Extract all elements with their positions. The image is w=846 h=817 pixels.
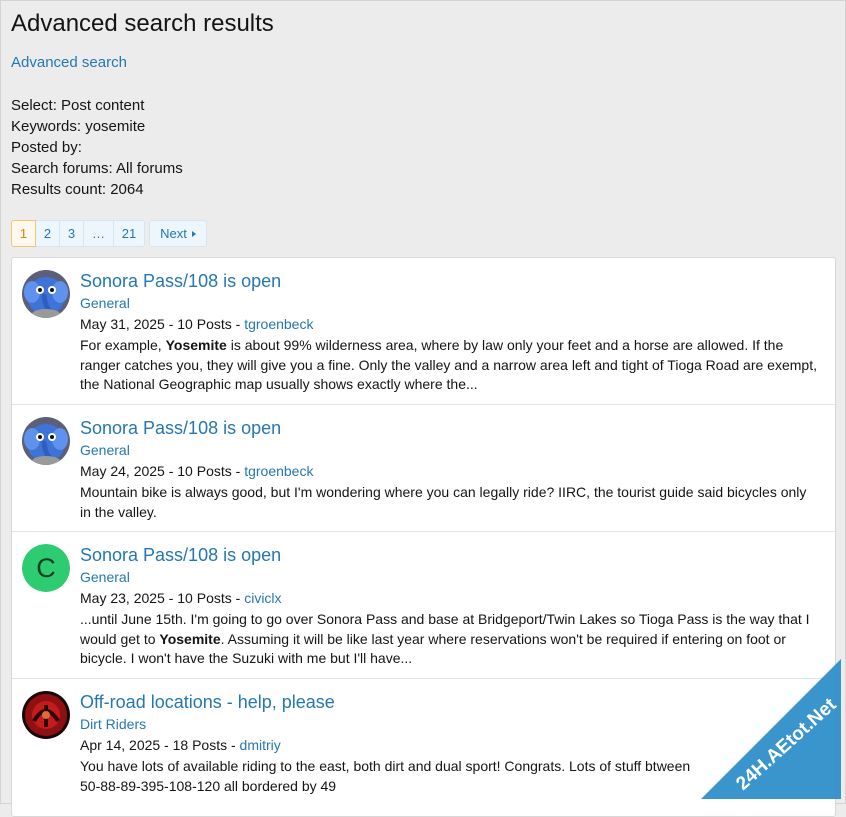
snippet-text: . Assuming it will be like last year whe… xyxy=(220,630,786,647)
snippet-text: You have lots of available riding to the… xyxy=(80,758,691,774)
snippet-line: ...until June 15th. I'm going to go over… xyxy=(80,610,825,630)
snippet-line: For example, Yosemite is about 99% wilde… xyxy=(80,336,825,356)
result-user-link[interactable]: dmitriy xyxy=(240,737,281,753)
elephant-avatar[interactable] xyxy=(22,270,70,318)
page: Advanced search results Advanced search … xyxy=(0,0,846,817)
result-snippet: Mountain bike is always good, but I'm wo… xyxy=(80,483,825,522)
result-meta-text: May 31, 2025 - 10 Posts - xyxy=(80,316,245,332)
result-user-link[interactable]: tgroenbeck xyxy=(244,463,313,479)
criteria-posted-by: Posted by: xyxy=(11,139,82,156)
result-forum-link[interactable]: General xyxy=(80,294,825,313)
elephant-avatar-image xyxy=(22,417,70,465)
snippet-line: would get to Yosemite. Assuming it will … xyxy=(80,630,825,650)
result-meta-text: Apr 14, 2025 - 18 Posts - xyxy=(80,737,240,753)
result-forum-link[interactable]: General xyxy=(80,441,825,460)
result-title-link[interactable]: Sonora Pass/108 is open xyxy=(80,544,825,566)
avatar-letter: C xyxy=(36,553,56,583)
criteria-keywords: Keywords: yosemite xyxy=(11,118,146,135)
result-user-link[interactable]: tgroenbeck xyxy=(244,316,313,332)
result-item: Sonora Pass/108 is open General May 24, … xyxy=(12,405,835,532)
result-item: C Sonora Pass/108 is open General May 23… xyxy=(12,532,835,679)
page-2-button[interactable]: 2 xyxy=(36,220,60,247)
elephant-avatar[interactable] xyxy=(22,417,70,465)
result-meta: May 31, 2025 - 10 Posts - tgroenbeck xyxy=(80,315,825,334)
snippet-text: ...until June 15th. I'm going to go over… xyxy=(80,611,810,627)
result-title-link[interactable]: Sonora Pass/108 is open xyxy=(80,270,825,292)
advanced-search-link[interactable]: Advanced search xyxy=(11,54,127,71)
result-meta-text: May 24, 2025 - 10 Posts - xyxy=(80,463,245,479)
red-emblem-avatar[interactable] xyxy=(22,691,70,739)
snippet-text: For example, xyxy=(80,337,166,353)
pagination: 1 2 3 … 21 Next xyxy=(11,220,207,249)
result-forum-link[interactable]: General xyxy=(80,568,825,587)
page-1-button[interactable]: 1 xyxy=(11,220,36,247)
result-content: Sonora Pass/108 is open General May 31, … xyxy=(80,270,825,395)
caret-right-icon xyxy=(191,230,196,237)
page-21-button[interactable]: 21 xyxy=(114,220,145,247)
result-meta: May 23, 2025 - 10 Posts - civiclx xyxy=(80,589,825,608)
snippet-keyword: Yosemite xyxy=(159,630,221,647)
letter-avatar-image: C xyxy=(22,544,70,592)
snippet-keyword: Yosemite xyxy=(165,337,227,353)
snippet-line: Mountain bike is always good, but I'm wo… xyxy=(80,483,825,503)
result-meta-text: May 23, 2025 - 10 Posts - xyxy=(80,590,245,606)
result-content: Sonora Pass/108 is open General May 23, … xyxy=(80,544,825,669)
page-3-button[interactable]: 3 xyxy=(60,220,84,247)
search-criteria: Select: Post content Keywords: yosemite … xyxy=(11,95,183,200)
snippet-text: is about 99% wilderness area, where by l… xyxy=(226,337,784,353)
criteria-select: Select: Post content xyxy=(11,97,145,114)
next-label: Next xyxy=(160,226,187,241)
snippet-text: Mountain bike is always good, but I'm wo… xyxy=(80,484,807,500)
letter-avatar[interactable]: C xyxy=(22,544,70,592)
elephant-avatar-image xyxy=(22,270,70,318)
result-snippet: For example, Yosemite is about 99% wilde… xyxy=(80,336,825,395)
snippet-line: ranger catches you, they will give you a… xyxy=(80,356,825,376)
watermark-logo: 24H.AEtot.Net xyxy=(701,659,841,799)
snippet-text: in the valley. xyxy=(80,503,157,520)
next-page-button[interactable]: Next xyxy=(149,220,207,247)
result-user-link[interactable]: civiclx xyxy=(244,590,281,606)
result-item: Sonora Pass/108 is open General May 31, … xyxy=(12,258,835,405)
snippet-text: would get to xyxy=(80,630,160,647)
page-gap-button[interactable]: … xyxy=(84,220,114,247)
result-content: Sonora Pass/108 is open General May 24, … xyxy=(80,417,825,522)
result-meta: May 24, 2025 - 10 Posts - tgroenbeck xyxy=(80,462,825,481)
snippet-text: the National Geographic map usually show… xyxy=(80,376,478,392)
result-title-link[interactable]: Sonora Pass/108 is open xyxy=(80,417,825,439)
snippet-line: the National Geographic map usually show… xyxy=(80,375,825,395)
snippet-line: in the valley. xyxy=(80,503,825,523)
snippet-text: 50-88-89-395-108-120 all bordered by 49 xyxy=(80,777,337,794)
page-title: Advanced search results xyxy=(11,10,274,37)
red-emblem-avatar-image xyxy=(22,691,70,739)
snippet-text: ranger catches you, they will give you a… xyxy=(80,356,817,373)
criteria-forums: Search forums: All forums xyxy=(11,160,183,177)
criteria-results-count: Results count: 2064 xyxy=(11,181,144,198)
snippet-text: bicycle. I won't have the Suzuki with me… xyxy=(80,650,413,666)
